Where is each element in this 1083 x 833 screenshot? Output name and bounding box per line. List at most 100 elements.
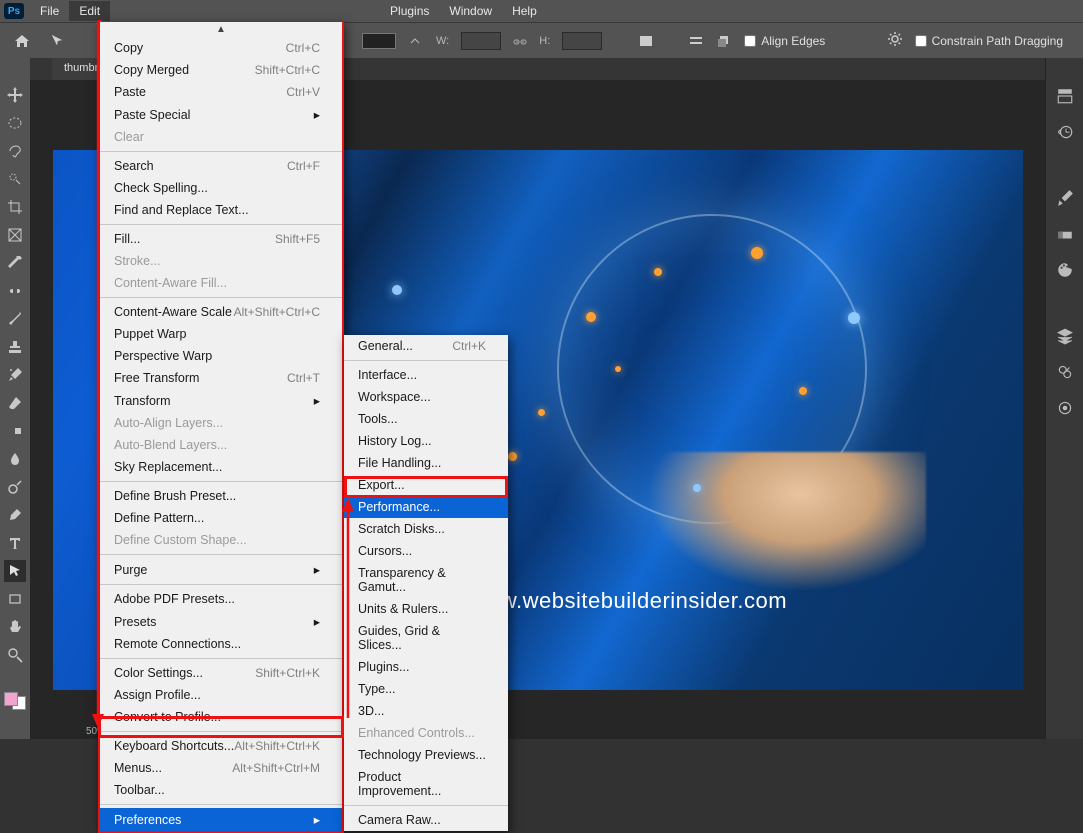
edit-menu-item[interactable]: PasteCtrl+V (100, 81, 342, 103)
menu-file[interactable]: File (30, 1, 69, 21)
height-input[interactable] (562, 32, 602, 50)
type-tool-icon[interactable] (4, 532, 26, 554)
path-align-icon[interactable] (688, 34, 704, 48)
edit-menu-item[interactable]: Preferences▸ (100, 808, 342, 831)
pref-menu-item[interactable]: Guides, Grid & Slices... (344, 620, 508, 656)
width-input[interactable] (461, 32, 501, 50)
crop-tool-icon[interactable] (4, 196, 26, 218)
edit-menu-item[interactable]: Content-Aware ScaleAlt+Shift+Ctrl+C (100, 301, 342, 323)
edit-menu-item[interactable]: Perspective Warp (100, 345, 342, 367)
dodge-tool-icon[interactable] (4, 476, 26, 498)
align-edges-checkbox[interactable]: Align Edges (744, 34, 825, 48)
stamp-tool-icon[interactable] (4, 336, 26, 358)
edit-menu-item[interactable]: Menus...Alt+Shift+Ctrl+M (100, 757, 342, 779)
edit-menu-item[interactable]: Transform▸ (100, 389, 342, 412)
quick-select-tool-icon[interactable] (4, 168, 26, 190)
edit-menu-item[interactable]: Convert to Profile... (100, 706, 342, 728)
edit-menu-item[interactable]: Remote Connections... (100, 633, 342, 655)
edit-menu-item[interactable]: Sky Replacement... (100, 456, 342, 478)
edit-menu-item[interactable]: Keyboard Shortcuts...Alt+Shift+Ctrl+K (100, 735, 342, 757)
shape-tool-icon[interactable] (4, 588, 26, 610)
pref-menu-item[interactable]: Type... (344, 678, 508, 700)
path-select-tool-icon[interactable] (4, 560, 26, 582)
healing-tool-icon[interactable] (4, 280, 26, 302)
edit-menu-item: Define Custom Shape... (100, 529, 342, 551)
align-icon-1[interactable] (638, 34, 654, 48)
properties-panel-icon[interactable] (1053, 84, 1077, 108)
menu-plugins[interactable]: Plugins (380, 1, 439, 21)
edit-menu-item[interactable]: Find and Replace Text... (100, 199, 342, 221)
layers-panel-icon[interactable] (1053, 324, 1077, 348)
marquee-tool-icon[interactable] (4, 112, 26, 134)
arrange-icon[interactable] (716, 34, 732, 48)
channels-panel-icon[interactable] (1053, 360, 1077, 384)
edit-menu-item[interactable]: CopyCtrl+C (100, 37, 342, 59)
frame-tool-icon[interactable] (4, 224, 26, 246)
pref-menu-item[interactable]: Export... (344, 474, 508, 496)
brushes-panel-icon[interactable] (1053, 186, 1077, 210)
edit-menu-item[interactable]: Toolbar... (100, 779, 342, 801)
photoshop-logo: Ps (4, 3, 24, 19)
hand-tool-icon[interactable] (4, 616, 26, 638)
pref-menu-item[interactable]: 3D... (344, 700, 508, 722)
edit-menu-item[interactable]: Fill...Shift+F5 (100, 228, 342, 250)
constrain-checkbox[interactable]: Constrain Path Dragging (915, 34, 1063, 48)
menu-scroll-up[interactable]: ▲ (100, 22, 342, 37)
pref-menu-item[interactable]: Performance... (344, 496, 508, 518)
canvas-url-text: www.websitebuilderinsider.com (468, 588, 787, 614)
edit-menu-item[interactable]: Copy MergedShift+Ctrl+C (100, 59, 342, 81)
align-edges-label: Align Edges (761, 34, 825, 48)
link-icon[interactable] (513, 36, 527, 46)
preferences-submenu: General...Ctrl+K Interface...Workspace...… (344, 335, 508, 831)
pref-menu-item[interactable]: Cursors... (344, 540, 508, 562)
menu-edit[interactable]: Edit (69, 1, 110, 21)
pref-menu-item[interactable]: Scratch Disks... (344, 518, 508, 540)
pref-menu-item[interactable]: Product Improvement... (344, 766, 508, 802)
edit-menu-item[interactable]: SearchCtrl+F (100, 155, 342, 177)
home-button[interactable] (10, 30, 34, 52)
color-swatch[interactable] (4, 692, 26, 710)
menubar: Ps File Edit Plugins Window Help (0, 0, 1083, 22)
menu-help[interactable]: Help (502, 1, 547, 21)
pref-menu-item[interactable]: History Log... (344, 430, 508, 452)
history-brush-tool-icon[interactable] (4, 364, 26, 386)
edit-menu-item[interactable]: Define Brush Preset... (100, 485, 342, 507)
edit-menu-item[interactable]: Paste Special▸ (100, 103, 342, 126)
edit-menu-item[interactable]: Free TransformCtrl+T (100, 367, 342, 389)
pref-menu-item[interactable]: General...Ctrl+K (344, 335, 508, 357)
pref-menu-item[interactable]: Transparency & Gamut... (344, 562, 508, 598)
edit-menu-item[interactable]: Check Spelling... (100, 177, 342, 199)
eyedropper-tool-icon[interactable] (4, 252, 26, 274)
move-tool-icon[interactable] (4, 84, 26, 106)
edit-menu-item[interactable]: Purge▸ (100, 558, 342, 581)
gradient-tool-icon[interactable] (4, 420, 26, 442)
eraser-tool-icon[interactable] (4, 392, 26, 414)
pref-menu-item[interactable]: Workspace... (344, 386, 508, 408)
history-panel-icon[interactable] (1053, 120, 1077, 144)
lasso-tool-icon[interactable] (4, 140, 26, 162)
pref-menu-item[interactable]: Interface... (344, 364, 508, 386)
edit-menu-item[interactable]: Adobe PDF Presets... (100, 588, 342, 610)
fill-swatch[interactable] (362, 33, 396, 49)
pref-menu-item[interactable]: Technology Previews... (344, 744, 508, 766)
pref-menu-item[interactable]: Plugins... (344, 656, 508, 678)
pref-menu-item[interactable]: Tools... (344, 408, 508, 430)
brush-tool-icon[interactable] (4, 308, 26, 330)
swap-icon[interactable] (408, 34, 424, 48)
color-panel-icon[interactable] (1053, 258, 1077, 282)
pen-tool-icon[interactable] (4, 504, 26, 526)
pref-menu-item[interactable]: Camera Raw... (344, 809, 508, 831)
menu-window[interactable]: Window (439, 1, 502, 21)
zoom-tool-icon[interactable] (4, 644, 26, 666)
pref-menu-item[interactable]: Units & Rulers... (344, 598, 508, 620)
edit-menu-item[interactable]: Presets▸ (100, 610, 342, 633)
edit-menu-item[interactable]: Assign Profile... (100, 684, 342, 706)
swatches-panel-icon[interactable] (1053, 222, 1077, 246)
gear-icon[interactable] (887, 31, 903, 50)
pref-menu-item[interactable]: File Handling... (344, 452, 508, 474)
edit-menu-item[interactable]: Define Pattern... (100, 507, 342, 529)
blur-tool-icon[interactable] (4, 448, 26, 470)
edit-menu-item[interactable]: Color Settings...Shift+Ctrl+K (100, 662, 342, 684)
edit-menu-item[interactable]: Puppet Warp (100, 323, 342, 345)
paths-panel-icon[interactable] (1053, 396, 1077, 420)
